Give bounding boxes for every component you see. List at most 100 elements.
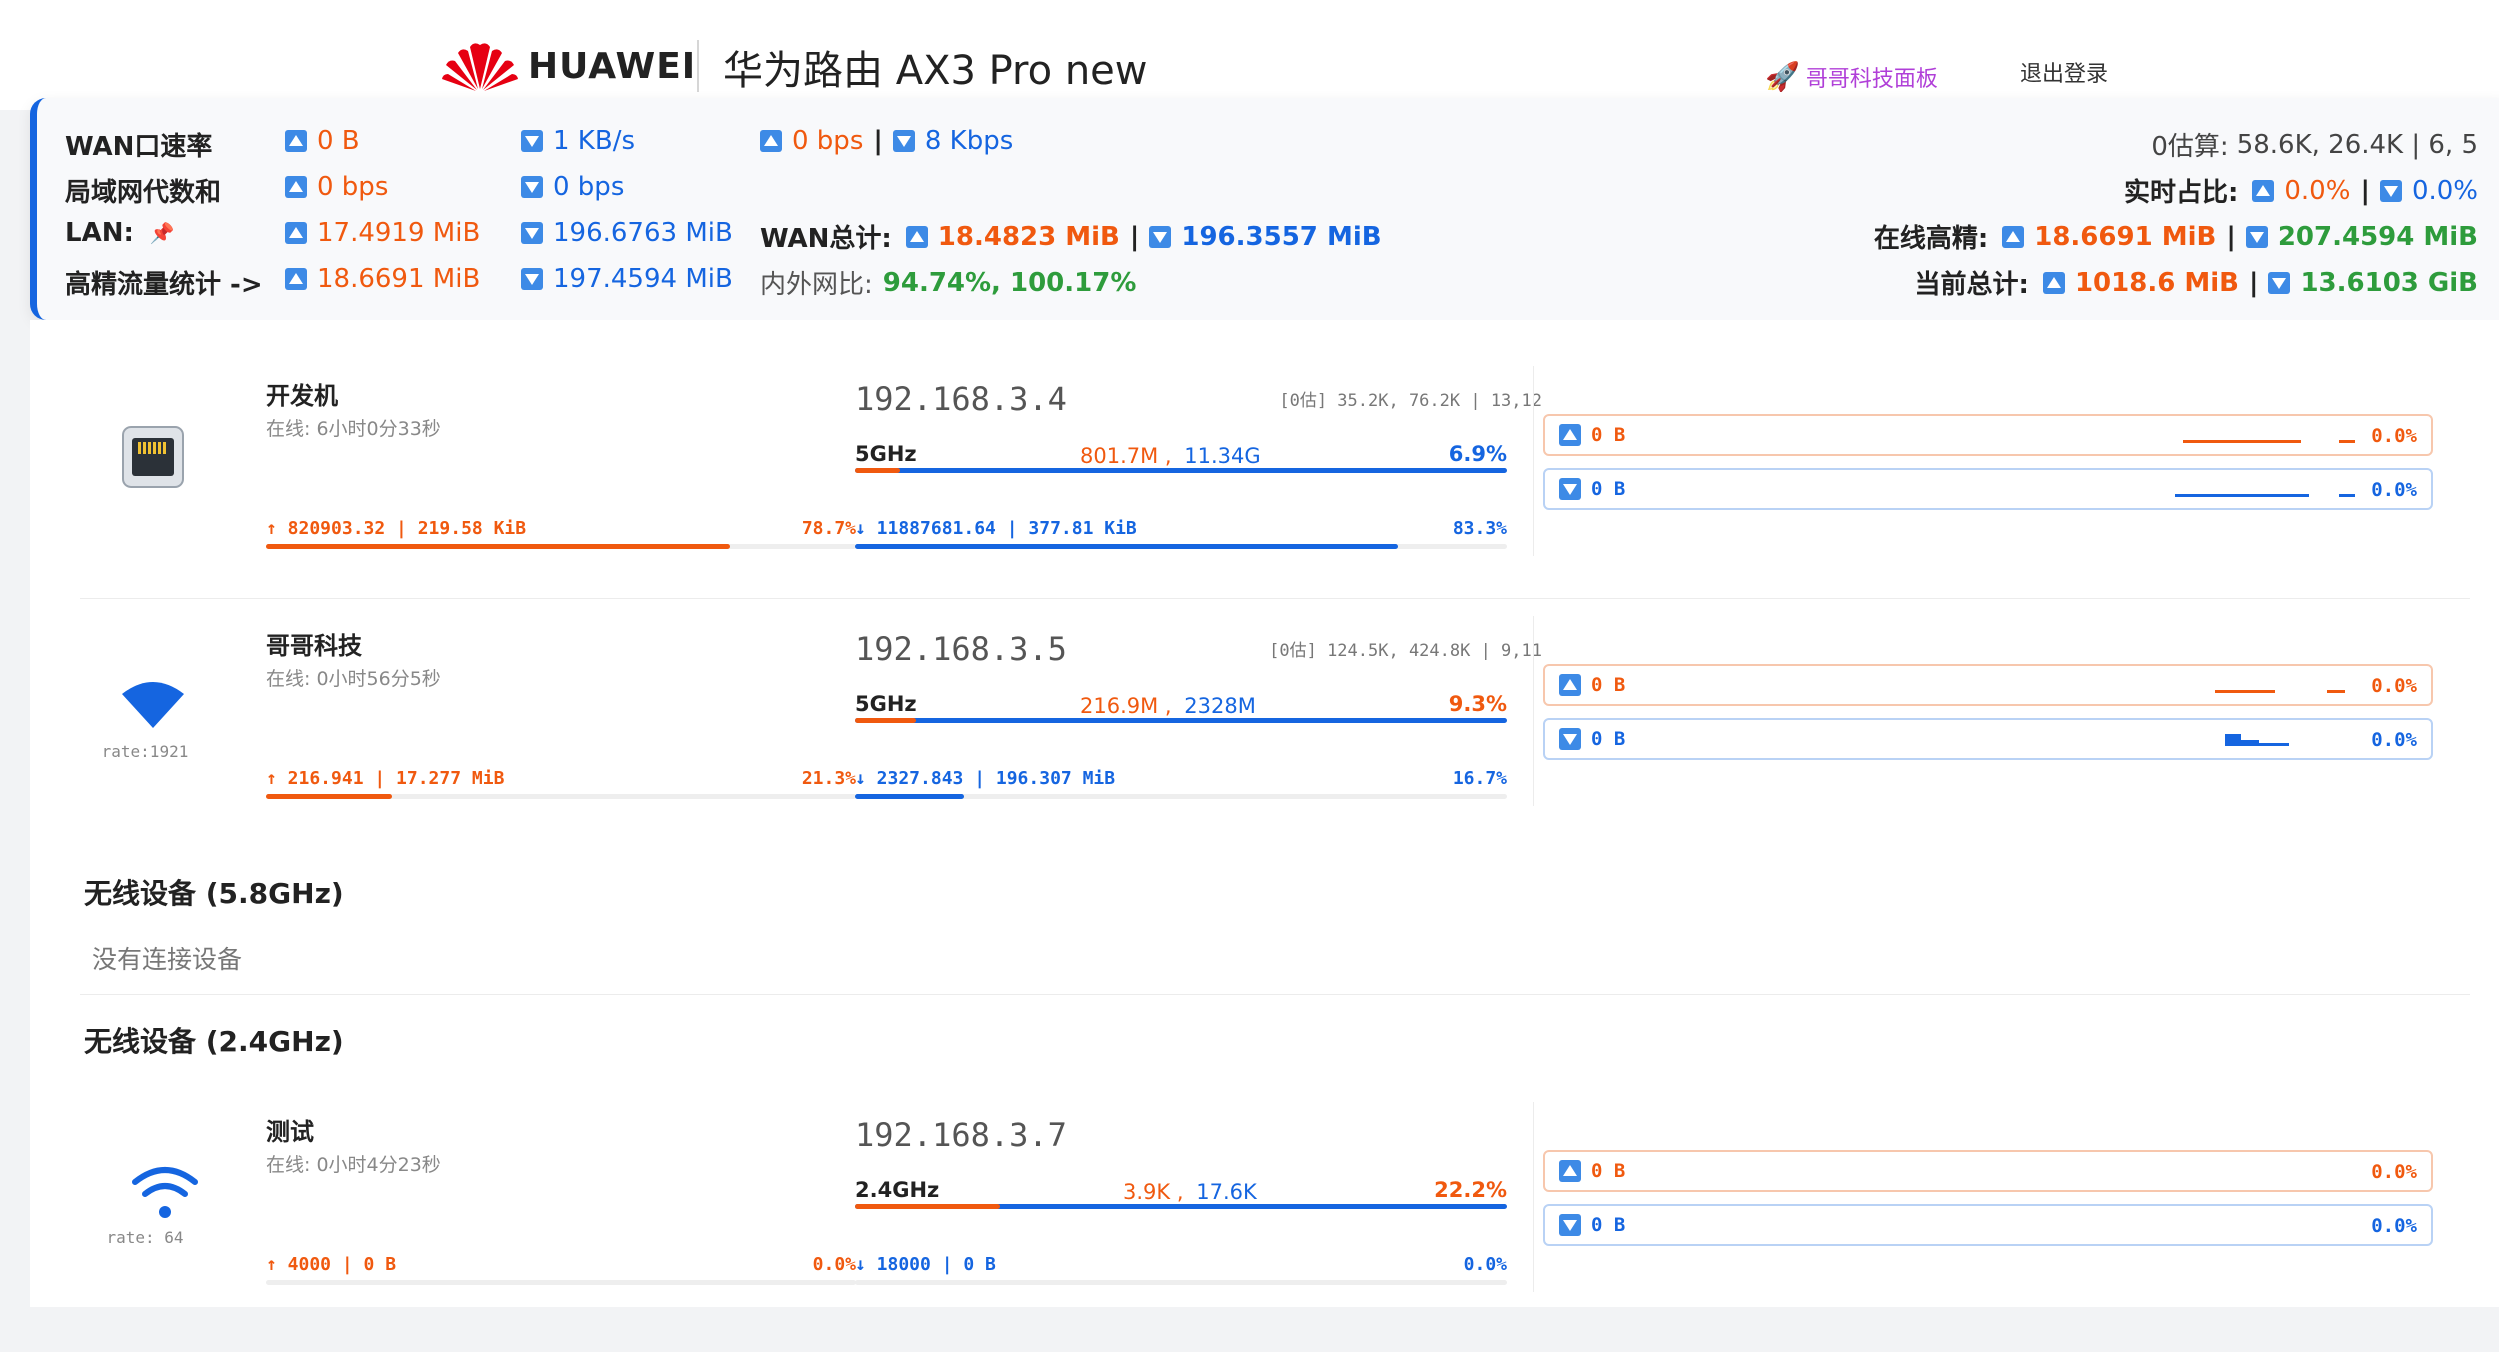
panel-link[interactable]: 🚀 哥哥科技面板 — [1765, 60, 1938, 93]
band-up: 3.9K , — [1123, 1180, 1184, 1204]
tx-value: ↑ 4000 | 0 B — [266, 1254, 397, 1275]
wan-rate-up-value: 0 B — [317, 126, 360, 156]
arrow-down-icon — [521, 268, 543, 290]
band-progress-fill — [855, 468, 900, 473]
lan-gen-row: 局域网代数和 — [65, 172, 221, 209]
stats-panel: WAN口速率 0 B 1 KB/s 0 bps | 8 Kbps 0估算: 58… — [30, 98, 2499, 320]
section-divider — [80, 994, 2470, 995]
arrow-down-icon — [1149, 225, 1172, 248]
band-up: 801.7M , — [1080, 444, 1172, 468]
device-online-time: 在线: 0小时4分23秒 — [266, 1154, 441, 1176]
down-sparkline-tail — [2339, 494, 2355, 497]
live-up-box: 0 B 0.0% — [1543, 664, 2433, 706]
lan-gen-up: 0 bps — [285, 172, 388, 202]
tx-value: ↑ 216.941 | 17.277 MiB — [266, 768, 505, 789]
inout-ratio-label: 内外网比: — [760, 270, 873, 300]
rocket-icon: 🚀 — [1765, 60, 1800, 93]
device-ip[interactable]: 192.168.3.7 — [855, 1116, 1067, 1154]
rx-stat: ↓ 18000 | 0 B 0.0% — [855, 1254, 1507, 1275]
live-up-value: 0 B — [1591, 424, 1626, 446]
tx-value: ↑ 820903.32 | 219.58 KiB — [266, 518, 527, 539]
lan-up-value: 17.4919 MiB — [317, 218, 481, 248]
hp-stats-row[interactable]: 高精流量统计 -> — [65, 264, 263, 301]
rx-pct: 0.0% — [1463, 1254, 1507, 1275]
device-rate: rate:1921 — [101, 742, 189, 761]
device-band: 2.4GHz — [855, 1178, 940, 1202]
rx-value: ↓ 11887681.64 | 377.81 KiB — [855, 518, 1137, 539]
current-total-row: 当前总计: 1018.6 MiB | 13.6103 GiB — [1915, 264, 2478, 301]
band-progress-fill — [855, 718, 916, 723]
live-down-pct: 0.0% — [2371, 479, 2417, 501]
live-down-pct: 0.0% — [2371, 729, 2417, 751]
wan-rate-label: WAN口速率 — [65, 132, 213, 162]
arrow-up-icon — [2042, 271, 2065, 294]
rx-progress-bar — [855, 1280, 1507, 1285]
device-name: 测试 — [266, 1118, 314, 1146]
realtime-label: 实时占比: — [2123, 178, 2239, 208]
arrow-up-icon — [285, 130, 307, 152]
down-sparkline — [2225, 734, 2241, 746]
section-title-5g: 无线设备 (5.8GHz) — [84, 877, 344, 910]
tx-stat: ↑ 4000 | 0 B 0.0% — [266, 1254, 856, 1275]
device-ip[interactable]: 192.168.3.4 — [855, 380, 1067, 418]
lan-gen-down: 0 bps — [521, 172, 624, 202]
arrow-up-icon — [285, 176, 307, 198]
lan-gen-down-value: 0 bps — [553, 172, 625, 202]
rx-progress-bar — [855, 794, 1507, 799]
arrow-up-icon — [285, 222, 307, 244]
tx-progress-bar — [266, 1280, 856, 1285]
arrow-up-icon — [1559, 424, 1581, 446]
current-total-down: 13.6103 GiB — [2300, 267, 2478, 298]
band-pct: 22.2% — [1434, 1178, 1507, 1202]
huawei-logo: HUAWEI — [440, 36, 696, 96]
rx-progress-fill — [855, 544, 1399, 549]
hp-stats-label[interactable]: 高精流量统计 -> — [65, 264, 263, 301]
wan-total-label: WAN总计: — [760, 224, 892, 254]
device-list: 开发机 在线: 6小时0分33秒 ↑ 820903.32 | 219.58 Ki… — [30, 320, 2499, 1307]
lan-gen-up-value: 0 bps — [317, 172, 389, 202]
tx-pct: 78.7% — [801, 518, 856, 539]
tx-stat: ↑ 820903.32 | 219.58 KiB 78.7% — [266, 518, 856, 539]
live-up-value: 0 B — [1591, 1160, 1626, 1182]
device-ip[interactable]: 192.168.3.5 — [855, 630, 1067, 668]
column-divider — [1533, 1102, 1534, 1292]
live-up-pct: 0.0% — [2371, 425, 2417, 447]
online-hp-label: 在线高精: — [1873, 224, 1989, 254]
separator: | — [1129, 221, 1140, 252]
lan-up: 17.4919 MiB — [285, 218, 480, 248]
rx-stat: ↓ 11887681.64 | 377.81 KiB 83.3% — [855, 518, 1507, 539]
online-hp-up: 18.6691 MiB — [2034, 221, 2217, 252]
device-name: 哥哥科技 — [266, 632, 362, 660]
arrow-down-icon — [2245, 225, 2268, 248]
wan-rate-down-value: 1 KB/s — [553, 126, 635, 156]
tx-progress-bar — [266, 544, 856, 549]
device-card[interactable]: rate: 64 测试 在线: 0小时4分23秒 ↑ 4000 | 0 B 0.… — [80, 1102, 2470, 1352]
rx-pct: 83.3% — [1452, 518, 1507, 539]
band-down: 17.6K — [1196, 1180, 1257, 1204]
wan-total-row: WAN总计: 18.4823 MiB | 196.3557 MiB — [760, 218, 1382, 255]
hp-stats-down: 197.4594 MiB — [521, 264, 733, 294]
band-up: 216.9M , — [1080, 694, 1172, 718]
device-card[interactable]: rate:1921 哥哥科技 在线: 0小时56分5秒 ↑ 216.941 | … — [80, 616, 2470, 866]
lan-down: 196.6763 MiB — [521, 218, 733, 248]
section-title-24g: 无线设备 (2.4GHz) — [84, 1025, 344, 1058]
separator: | — [873, 126, 883, 156]
wan-rate-up: 0 B — [285, 126, 360, 156]
page-title: 华为路由 AX3 Pro new — [723, 48, 1148, 94]
ethernet-port-icon — [122, 426, 184, 492]
brand-name: HUAWEI — [528, 45, 697, 87]
device-estimate: [0估] 124.5K, 424.8K | 9,11 — [1269, 641, 1542, 661]
band-progress-bar — [855, 718, 1507, 723]
hp-stats-down-value: 197.4594 MiB — [553, 264, 733, 294]
device-card[interactable]: 开发机 在线: 6小时0分33秒 ↑ 820903.32 | 219.58 Ki… — [80, 366, 2470, 616]
live-up-box: 0 B 0.0% — [1543, 414, 2433, 456]
band-progress-bar — [855, 1204, 1507, 1209]
logout-button[interactable]: 退出登录 — [2020, 56, 2108, 88]
zero-est: 0估算: 58.6K, 26.4K | 6, 5 — [2151, 126, 2478, 163]
rx-progress-bar — [855, 544, 1507, 549]
arrow-up-icon — [2002, 225, 2025, 248]
live-down-value: 0 B — [1591, 1214, 1626, 1236]
band-progress-bar — [855, 468, 1507, 473]
tx-progress-fill — [266, 794, 392, 799]
arrow-down-icon — [892, 130, 915, 152]
